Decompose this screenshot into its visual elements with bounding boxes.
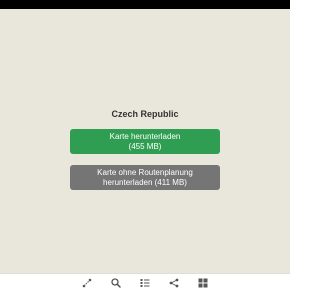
download-no-routing-size: herunterladen (411 MB) xyxy=(103,177,187,187)
bookmarks-list-icon[interactable] xyxy=(140,277,151,288)
share-icon[interactable] xyxy=(169,277,180,288)
download-map-without-routing-button[interactable]: Karte ohne Routenplanung herunterladen (… xyxy=(70,165,220,190)
download-map-size: (455 MB) xyxy=(128,141,162,151)
bottom-navigation-bar xyxy=(0,273,290,291)
download-map-label: Karte herunterladen xyxy=(109,131,181,141)
country-title: Czech Republic xyxy=(111,109,179,119)
search-icon[interactable] xyxy=(111,277,122,288)
route-icon[interactable] xyxy=(82,277,93,288)
download-no-routing-label: Karte ohne Routenplanung xyxy=(97,167,193,177)
menu-grid-icon[interactable] xyxy=(198,277,209,288)
status-bar xyxy=(0,0,290,9)
download-map-button[interactable]: Karte herunterladen (455 MB) xyxy=(70,129,220,154)
